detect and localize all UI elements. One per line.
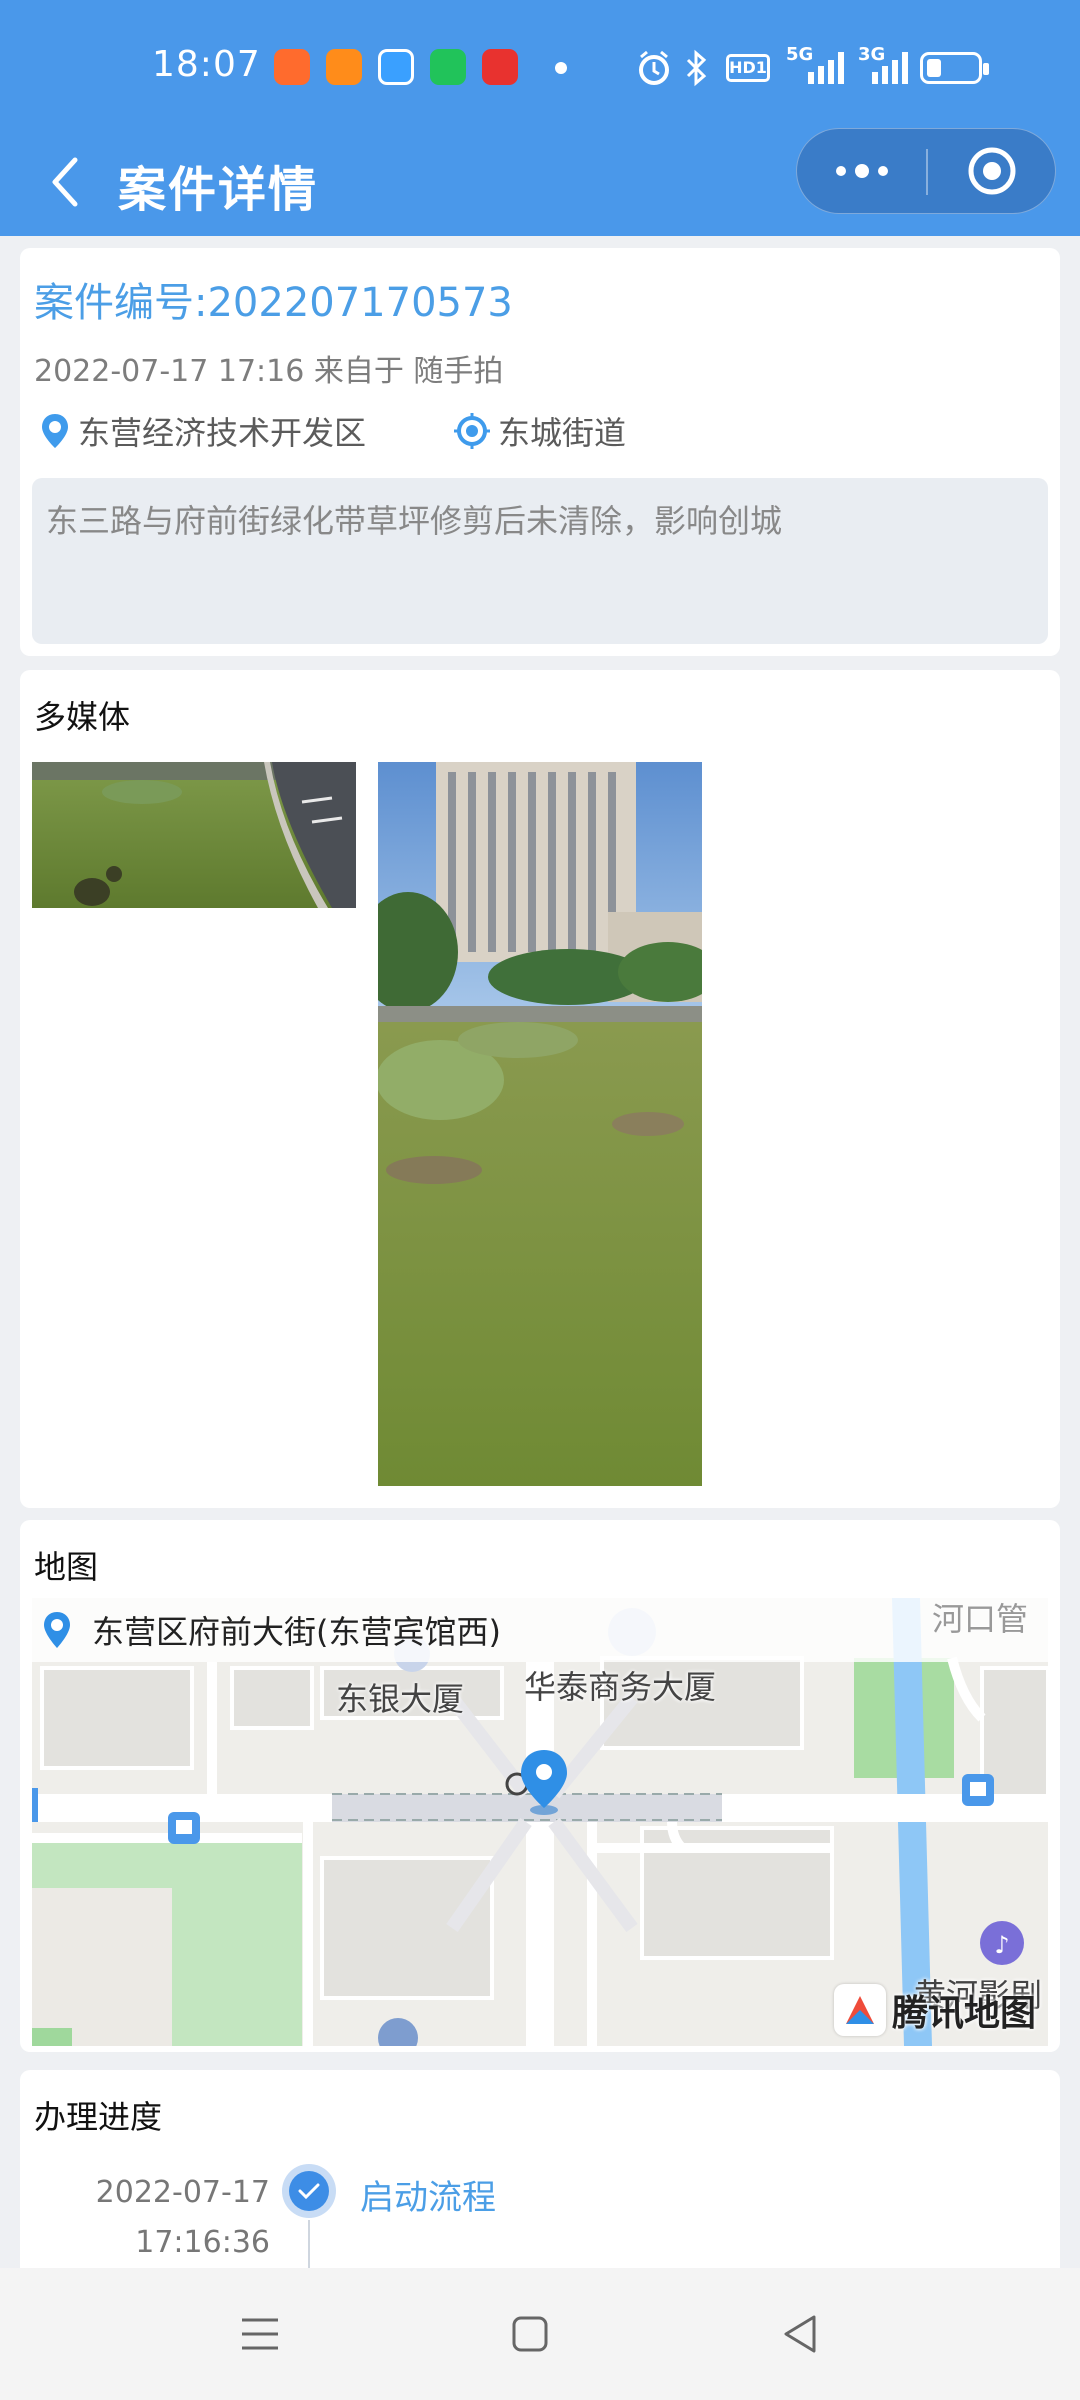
menu-button[interactable]	[210, 2292, 310, 2376]
home-square-icon	[512, 2316, 548, 2352]
photo-thumbnail[interactable]	[32, 762, 356, 908]
svg-text:♪: ♪	[994, 1931, 1009, 1959]
triangle-back-icon	[784, 2315, 816, 2353]
step-label: 启动流程	[360, 2178, 496, 2218]
map-poi-label: 河口管	[932, 1600, 1029, 1638]
district-tag: 东营经济技术开发区	[40, 408, 366, 454]
more-dots-icon	[835, 164, 888, 178]
map-poi-label: 华泰商务大厦	[524, 1668, 717, 1706]
street-name: 东城街道	[498, 414, 627, 452]
close-mini-program-button[interactable]	[928, 129, 1056, 213]
message-icon	[430, 49, 466, 85]
progress-section-title: 办理进度	[34, 2098, 163, 2136]
menu-icon	[242, 2318, 278, 2350]
street-tag: 东城街道	[454, 408, 626, 454]
map-brand-text: 腾讯地图	[891, 1993, 1036, 2034]
signal-3g-icon: 3G	[858, 44, 908, 88]
network-3g-label: 3G	[858, 44, 886, 65]
tencent-map-logo	[833, 1984, 886, 2036]
mini-program-capsule	[796, 128, 1056, 214]
bluetooth-icon	[684, 48, 710, 88]
system-back-button[interactable]	[750, 2292, 850, 2376]
status-time: 18:07	[152, 44, 261, 85]
case-number: 案件编号:202207170573	[34, 280, 513, 326]
step-time: 17:16:36	[135, 2225, 270, 2260]
page-title: 案件详情	[118, 162, 319, 218]
more-notifications-dot	[555, 62, 567, 74]
map-location-marker	[518, 1748, 570, 1820]
battery-icon	[920, 52, 989, 84]
check-icon	[289, 2171, 329, 2211]
status-bar: 18:07 HD1 5G 3G	[0, 0, 1080, 136]
more-button[interactable]	[797, 129, 926, 213]
bus-stop-icon	[962, 1774, 994, 1806]
description-box: 东三路与府前街绿化带草坪修剪后未清除，影响创城	[32, 478, 1048, 644]
case-meta: 2022-07-17 17:16 来自于 随手拍	[34, 354, 504, 389]
network-5g-label: 5G	[786, 44, 814, 65]
location-pin-icon	[42, 1610, 72, 1650]
bus-stop-icon	[168, 1812, 200, 1844]
map-brand: 腾讯地图	[833, 1984, 1036, 2036]
map-card: 地图 ♪ 东营区府前大街(东营宾馆西) 河口管 东银大厦 华泰商务大厦 黄河影剧…	[20, 1520, 1060, 2052]
home-button[interactable]	[480, 2292, 580, 2376]
map-view[interactable]: ♪ 东营区府前大街(东营宾馆西) 河口管 东银大厦 华泰商务大厦 黄河影剧 腾讯…	[32, 1598, 1048, 2046]
step-status	[282, 2164, 336, 2218]
case-info-card: 案件编号:202207170573 2022-07-17 17:16 来自于 随…	[20, 248, 1060, 656]
media-card: 多媒体	[20, 670, 1060, 1508]
step-datetime: 2022-07-17 17:16:36	[90, 2168, 270, 2268]
media-section-title: 多媒体	[34, 698, 131, 736]
hd-voice-badge: HD1	[726, 54, 770, 82]
district-name: 东营经济技术开发区	[78, 414, 367, 452]
map-section-title: 地图	[34, 1548, 99, 1586]
app-notification-icon	[378, 49, 414, 85]
system-navigation-bar	[0, 2268, 1080, 2400]
target-icon	[968, 147, 1016, 195]
location-pin-icon	[40, 412, 70, 450]
photo-thumbnail[interactable]	[378, 762, 702, 1486]
signal-5g-icon: 5G	[782, 44, 844, 88]
alarm-icon	[636, 48, 672, 88]
chevron-left-icon	[52, 157, 78, 207]
app-notification-icon	[482, 49, 518, 85]
app-notification-icon	[326, 49, 362, 85]
map-address-text: 东营区府前大街(东营宾馆西)	[92, 1613, 501, 1651]
step-date: 2022-07-17	[95, 2175, 270, 2210]
case-description: 东三路与府前街绿化带草坪修剪后未清除，影响创城	[46, 502, 783, 540]
back-button[interactable]	[30, 142, 100, 222]
app-notification-icon	[274, 49, 310, 85]
locate-target-icon	[454, 413, 490, 449]
map-address-bar: 东营区府前大街(东营宾馆西)	[32, 1598, 1048, 1662]
map-poi-label: 东银大厦	[336, 1680, 465, 1718]
